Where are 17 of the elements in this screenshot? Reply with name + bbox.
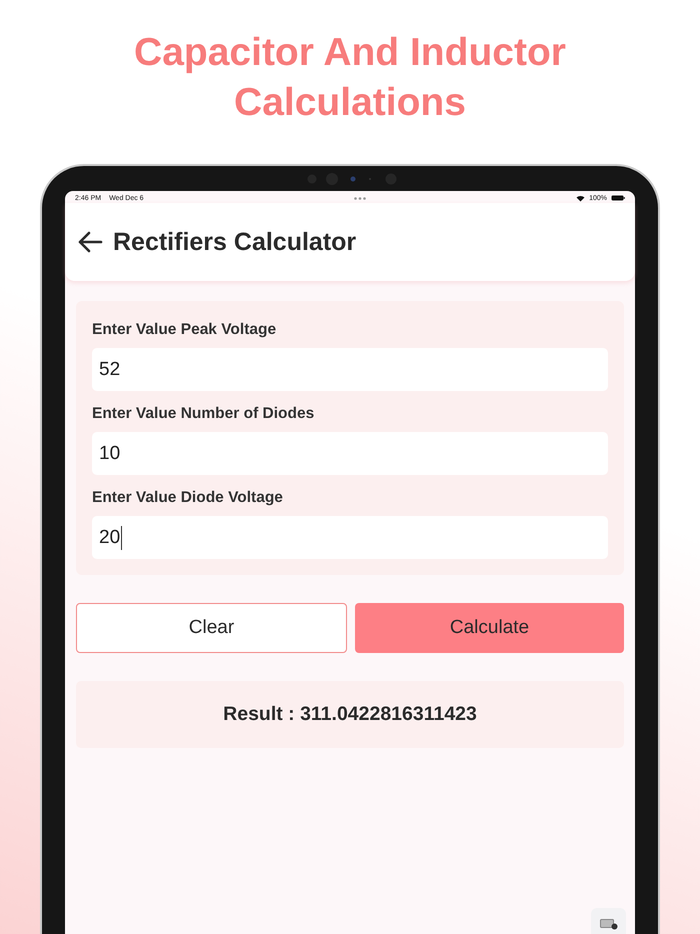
more-icon — [354, 196, 366, 200]
field-label: Enter Value Diode Voltage — [92, 489, 284, 507]
battery-icon — [610, 195, 625, 201]
field-label: Enter Value Peak Voltage — [92, 321, 278, 339]
field-label: Enter Value Number of Diodes — [92, 405, 316, 423]
result-text: Result : 311.0422816311423 — [223, 703, 477, 726]
input-field[interactable]: 52 — [92, 348, 608, 391]
clear-button[interactable]: Clear — [76, 603, 347, 653]
headline: Capacitor And Inductor Calculations — [133, 30, 567, 126]
keyboard-button[interactable] — [591, 908, 626, 934]
back-button[interactable] — [77, 231, 103, 253]
screen-title: Rectifiers Calculator — [113, 228, 356, 256]
input-field[interactable]: 10 — [92, 432, 608, 475]
input-field[interactable]: 20 — [92, 516, 608, 559]
calculate-button[interactable]: Calculate — [355, 603, 624, 653]
wifi-icon — [576, 194, 586, 202]
keyboard-icon — [600, 918, 618, 930]
